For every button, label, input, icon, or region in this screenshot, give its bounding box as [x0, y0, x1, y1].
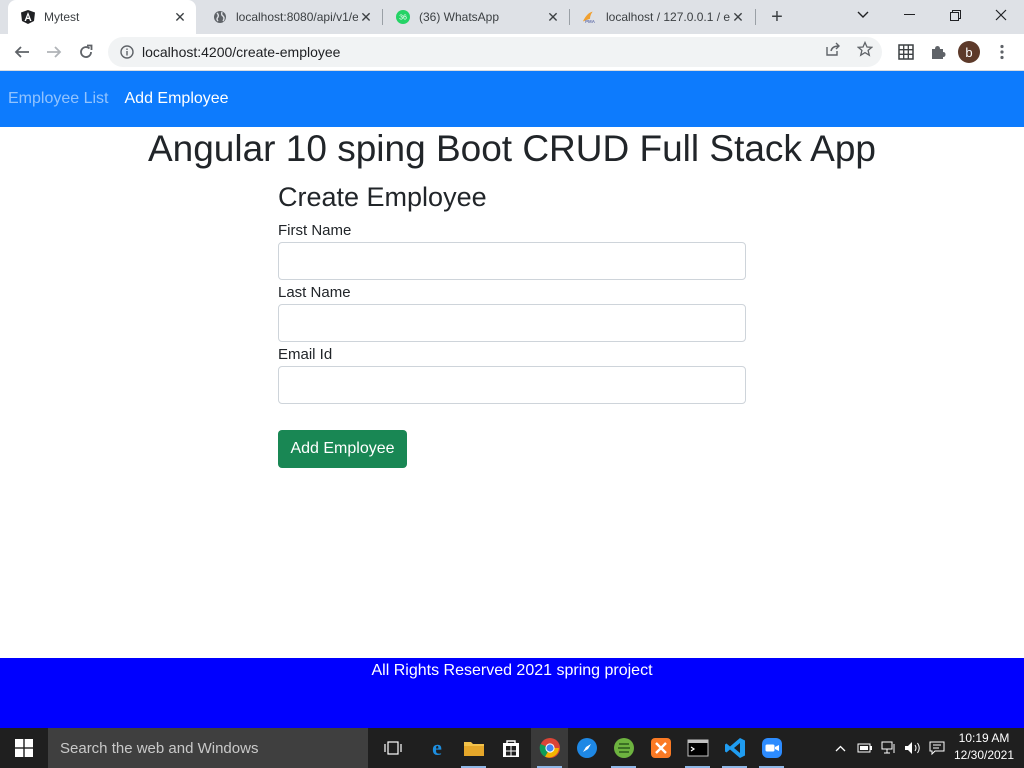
create-employee-form: Create Employee First Name Last Name Ema…: [278, 182, 746, 406]
file-explorer-icon[interactable]: [455, 728, 492, 768]
globe-icon: [212, 9, 228, 25]
angular-icon: [20, 9, 36, 25]
whatsapp-icon: 36: [395, 9, 411, 25]
chrome-icon[interactable]: [531, 728, 568, 768]
email-id-input[interactable]: [278, 366, 746, 404]
tab-phpmyadmin[interactable]: PMA localhost / 127.0.0.1 / e ✕: [570, 0, 754, 34]
arrow-right-icon: [47, 46, 62, 58]
tab-divider: [755, 9, 756, 25]
minimize-icon: [903, 14, 915, 15]
windows-logo-icon: [15, 739, 33, 757]
close-window-button[interactable]: [978, 0, 1024, 30]
show-hidden-icons-chevron-up-icon[interactable]: [830, 728, 850, 768]
first-name-label: First Name: [278, 222, 352, 239]
taskbar-search[interactable]: Search the web and Windows: [48, 728, 368, 768]
restore-icon: [949, 9, 961, 21]
site-info-icon[interactable]: [112, 37, 142, 67]
tab-title: Mytest: [44, 10, 80, 24]
network-icon[interactable]: [878, 728, 900, 768]
first-name-input[interactable]: [278, 242, 746, 280]
safari-compass-icon[interactable]: [568, 728, 605, 768]
zoom-icon[interactable]: [753, 728, 790, 768]
nav-add-employee[interactable]: Add Employee: [125, 90, 229, 108]
close-tab-icon[interactable]: ✕: [172, 9, 188, 25]
clock-time: 10:19 AM: [958, 731, 1010, 745]
task-view-icon[interactable]: [374, 728, 411, 768]
apps-grid-icon[interactable]: [895, 41, 917, 63]
new-tab-button[interactable]: +: [765, 5, 789, 29]
form-heading: Create Employee: [278, 182, 487, 212]
tab-title: localhost:8080/api/v1/e: [236, 10, 358, 24]
close-tab-icon[interactable]: ✕: [730, 9, 746, 25]
bookmark-star-icon[interactable]: [857, 41, 873, 57]
browser-toolbar: localhost:4200/create-employee b: [0, 34, 1024, 71]
tab-title: localhost / 127.0.0.1 / e: [606, 10, 730, 24]
app-navbar: Employee List Add Employee: [0, 71, 1024, 127]
chevron-down-icon: [857, 11, 869, 18]
store-icon[interactable]: [492, 728, 529, 768]
extensions-puzzle-icon[interactable]: [927, 41, 949, 63]
forward-button[interactable]: [41, 39, 67, 65]
close-tab-icon[interactable]: ✕: [358, 9, 374, 25]
volume-icon[interactable]: [902, 728, 924, 768]
last-name-input[interactable]: [278, 304, 746, 342]
restore-button[interactable]: [932, 0, 978, 30]
windows-taskbar: Search the web and Windows e 10:19 AM 12…: [0, 728, 1024, 768]
url-text: localhost:4200/create-employee: [142, 44, 341, 60]
last-name-label: Last Name: [278, 284, 351, 301]
tab-search-button[interactable]: [840, 0, 886, 30]
nav-employee-list[interactable]: Employee List: [8, 90, 109, 108]
svg-text:e: e: [432, 737, 442, 759]
close-tab-icon[interactable]: ✕: [545, 9, 561, 25]
kebab-menu-icon[interactable]: [991, 41, 1013, 63]
action-center-icon[interactable]: [926, 728, 948, 768]
svg-text:PMA: PMA: [585, 19, 596, 24]
reload-button[interactable]: [73, 39, 99, 65]
share-icon[interactable]: [825, 41, 841, 57]
xampp-icon[interactable]: [642, 728, 679, 768]
back-button[interactable]: [9, 39, 35, 65]
arrow-left-icon: [14, 46, 29, 58]
minimize-button[interactable]: [886, 0, 932, 30]
tab-title: (36) WhatsApp: [419, 10, 500, 24]
spring-tool-suite-icon[interactable]: [605, 728, 642, 768]
page-footer: All Rights Reserved 2021 spring project: [0, 658, 1024, 728]
system-clock[interactable]: 10:19 AM 12/30/2021: [950, 730, 1018, 764]
tab-api[interactable]: localhost:8080/api/v1/e ✕: [200, 0, 382, 34]
reload-icon: [80, 44, 93, 58]
start-button[interactable]: [0, 728, 48, 768]
close-icon: [995, 9, 1007, 21]
add-employee-button[interactable]: Add Employee: [278, 430, 407, 468]
command-prompt-icon[interactable]: [679, 728, 716, 768]
tab-whatsapp[interactable]: 36 (36) WhatsApp ✕: [383, 0, 569, 34]
address-bar[interactable]: localhost:4200/create-employee: [108, 37, 882, 67]
browser-tab-strip: Mytest ✕ localhost:8080/api/v1/e ✕ 36 (3…: [0, 0, 1024, 34]
page-title: Angular 10 sping Boot CRUD Full Stack Ap…: [147, 128, 877, 169]
email-id-label: Email Id: [278, 346, 333, 363]
clock-date: 12/30/2021: [953, 748, 1015, 762]
vscode-icon[interactable]: [716, 728, 753, 768]
footer-text: All Rights Reserved 2021 spring project: [371, 662, 653, 679]
battery-icon[interactable]: [854, 728, 876, 768]
tab-mytest[interactable]: Mytest ✕: [8, 0, 196, 34]
profile-avatar[interactable]: b: [958, 41, 980, 63]
phpmyadmin-icon: PMA: [582, 9, 598, 25]
whatsapp-badge: 36: [399, 15, 407, 22]
edge-browser-icon[interactable]: e: [418, 728, 455, 768]
